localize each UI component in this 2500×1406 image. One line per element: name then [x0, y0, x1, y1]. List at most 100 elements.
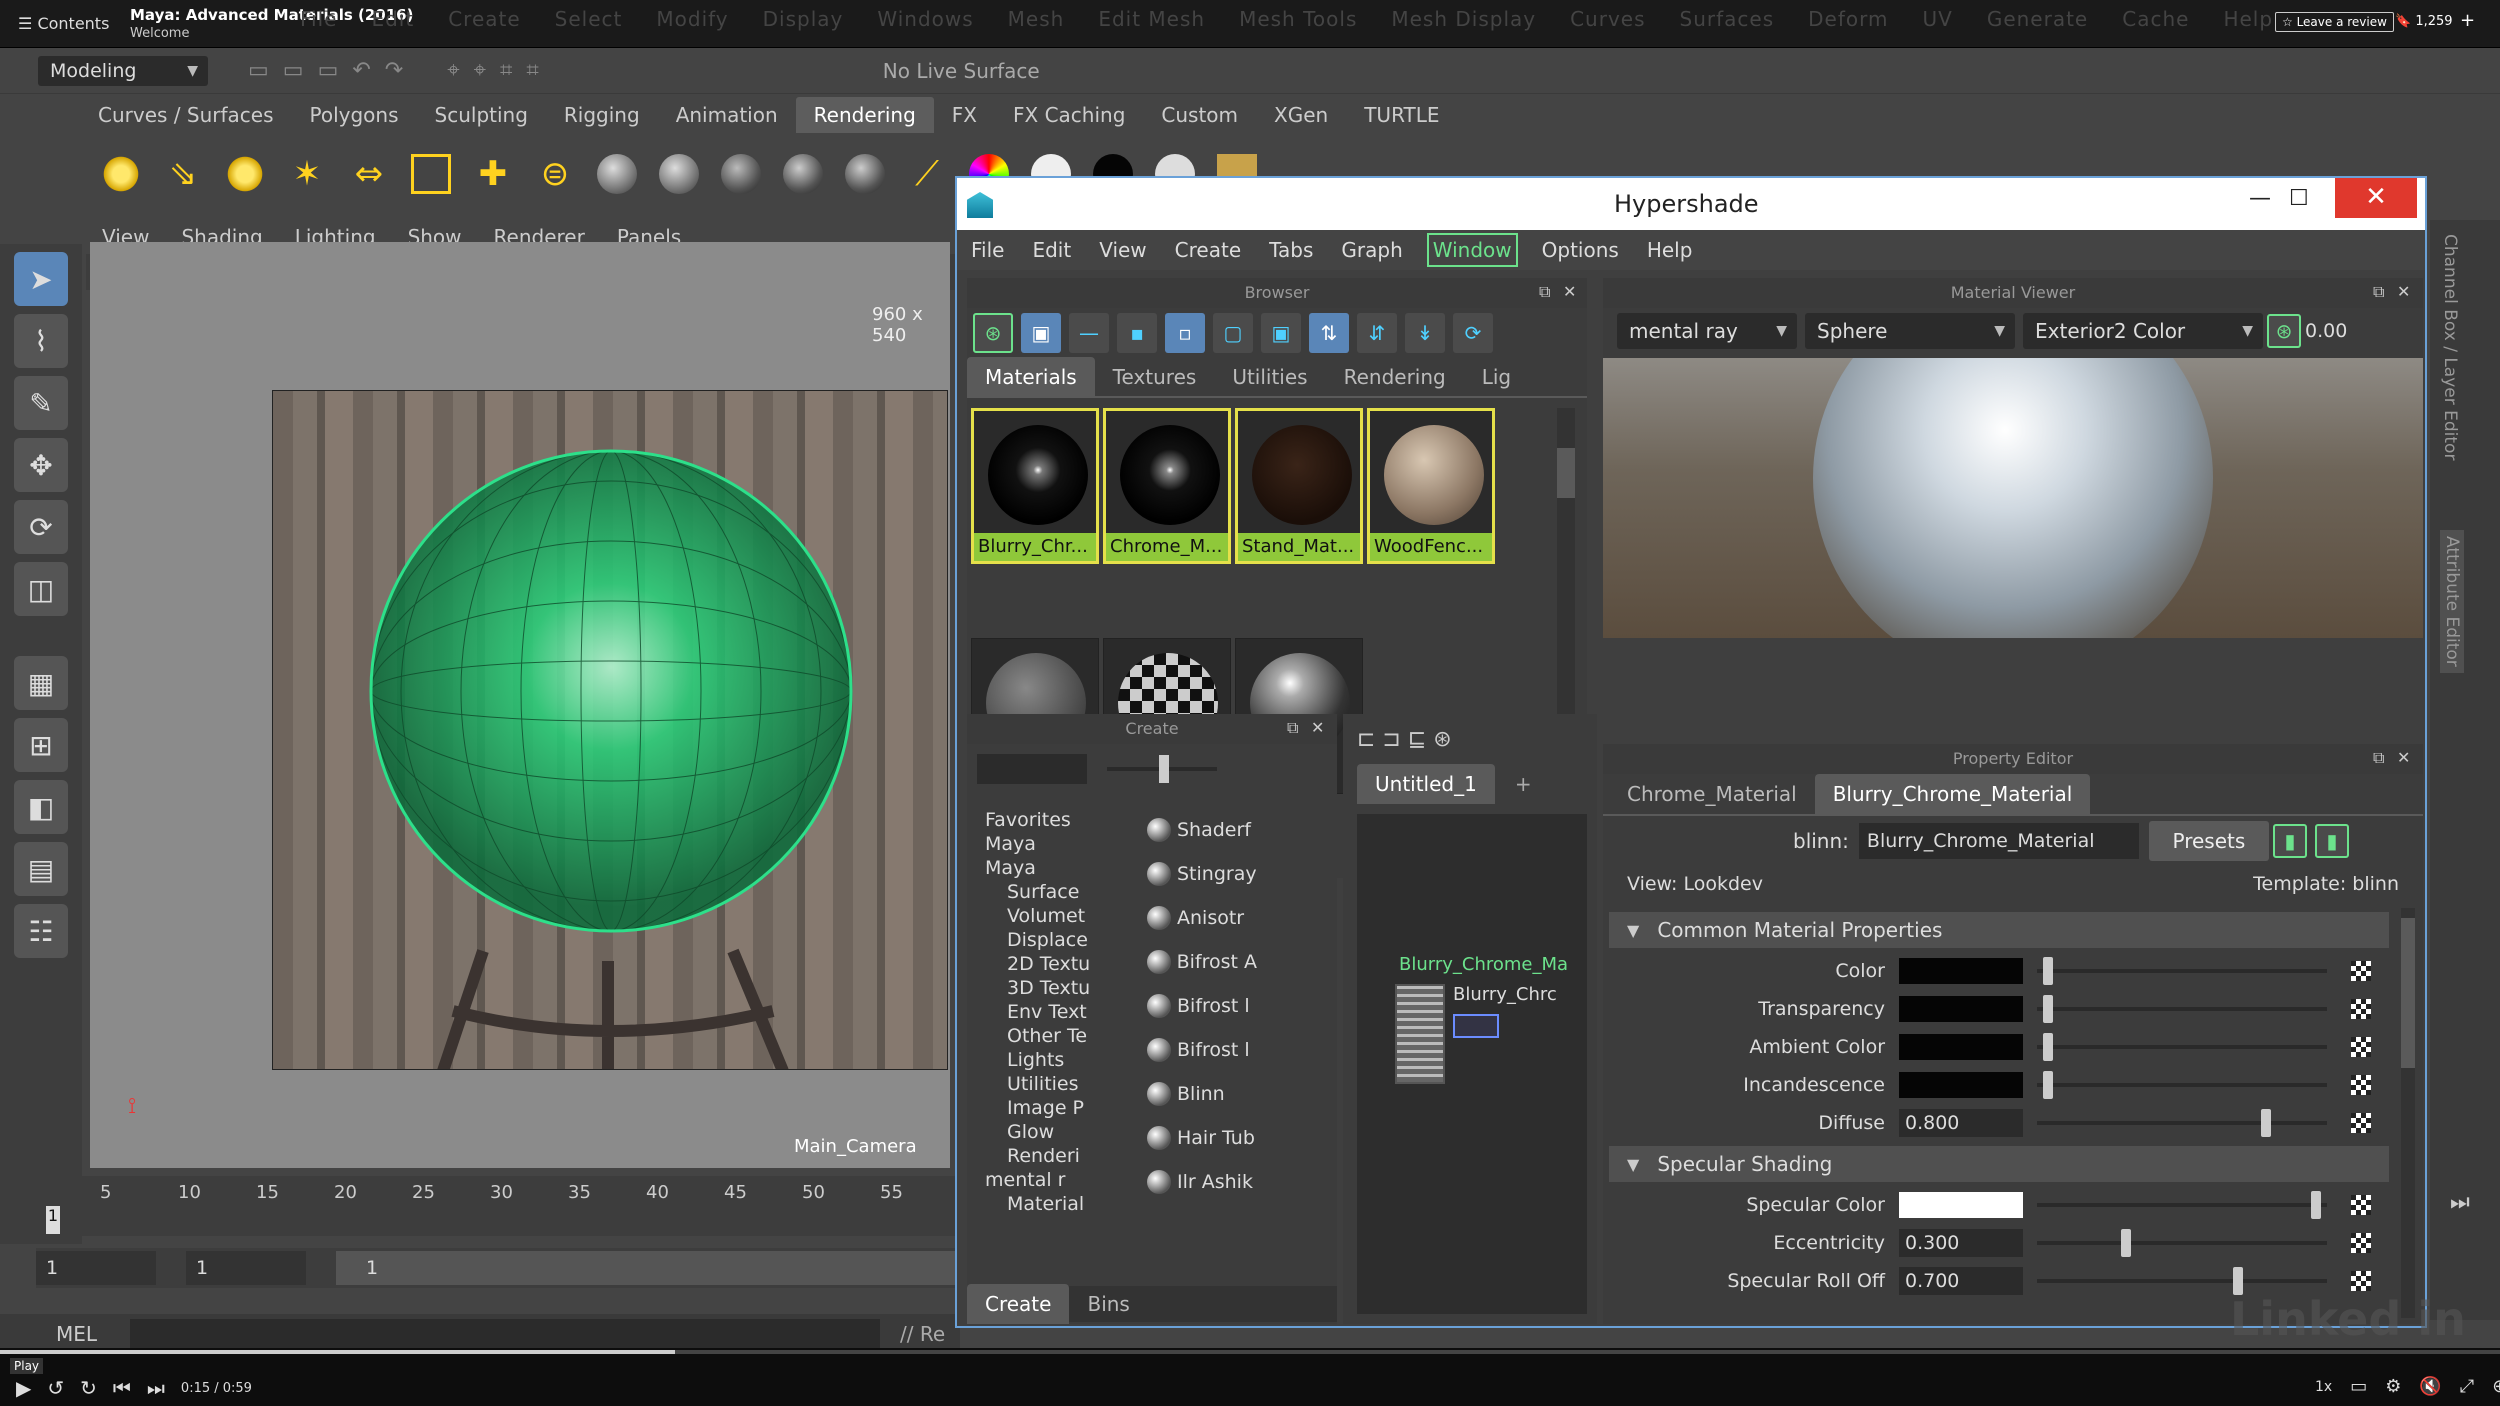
shelf-tab-rendering[interactable]: Rendering [795, 97, 934, 133]
leave-review-button[interactable]: ☆ Leave a review [2275, 12, 2394, 32]
create-node-item[interactable]: Ilr Ashik [1147, 1160, 1257, 1204]
renderer-select[interactable]: mental ray [1617, 313, 1797, 349]
large-swatch-icon[interactable]: ▢ [1213, 313, 1253, 353]
live-surface-label[interactable]: No Live Surface [883, 59, 1040, 83]
small-swatch-icon[interactable]: ▪ [1117, 313, 1157, 353]
map-button-icon[interactable] [2351, 1075, 2371, 1095]
sort-name-icon[interactable]: ⇅ [1309, 313, 1349, 353]
show-output-icon[interactable]: ▮ [2314, 824, 2349, 858]
create-tree-item[interactable]: Utilities [985, 1072, 1115, 1096]
property-float-icon[interactable]: ⧉ [2373, 748, 2384, 768]
attr-slider-handle[interactable] [2042, 957, 2053, 985]
show-input-icon[interactable]: ▮ [2272, 824, 2307, 858]
volume-icon[interactable]: 🔇 [2419, 1376, 2441, 1397]
create-tree-item[interactable]: Lights [985, 1048, 1115, 1072]
browser-tab-utilities[interactable]: Utilities [1214, 357, 1325, 397]
sort-type-icon[interactable]: ⇵ [1357, 313, 1397, 353]
environment-select[interactable]: Exterior2 Color [2023, 313, 2263, 349]
map-button-icon[interactable] [2351, 1233, 2371, 1253]
main-menu-cache[interactable]: Cache [2122, 7, 2189, 31]
add-graph-tab[interactable]: + [1515, 772, 1532, 796]
attr-slider-handle[interactable] [2261, 1109, 2271, 1137]
main-menu-windows[interactable]: Windows [877, 7, 973, 31]
property-tab-chrome-material[interactable]: Chrome_Material [1609, 774, 1815, 814]
attr-color-swatch[interactable] [1899, 1192, 2023, 1218]
create-tree-item[interactable]: Renderi [985, 1144, 1115, 1168]
exposure-icon[interactable]: ⊛ [2267, 314, 2301, 348]
browser-tab-textures[interactable]: Textures [1095, 357, 1215, 397]
layout-four-icon[interactable]: ⊞ [14, 718, 68, 772]
shelf-tab-curves-surfaces[interactable]: Curves / Surfaces [80, 97, 292, 133]
shelf-tab-fx[interactable]: FX [934, 97, 995, 133]
browser-tab-materials[interactable]: Materials [967, 357, 1095, 397]
layout-custom-icon[interactable]: ▤ [14, 842, 68, 896]
attr-slider[interactable] [2037, 1191, 2327, 1219]
graph-canvas[interactable]: Blurry_Chrome_Ma Blurry_Chrc [1357, 814, 1587, 1314]
main-menu-help[interactable]: Help [2223, 7, 2273, 31]
shelf-tab-rigging[interactable]: Rigging [546, 97, 658, 133]
material-swatch[interactable]: WoodFenc... [1367, 408, 1495, 564]
attr-slider-handle[interactable] [2042, 1033, 2053, 1061]
previous-icon[interactable]: ⏮ [113, 1376, 131, 1400]
hs-menu-view[interactable]: View [1085, 230, 1160, 270]
command-input[interactable] [130, 1319, 880, 1349]
create-node-item[interactable]: Bifrost A [1147, 940, 1257, 984]
hs-menu-graph[interactable]: Graph [1327, 230, 1416, 270]
play-icon[interactable]: ▶ [16, 1376, 31, 1400]
browser-tab-rendering[interactable]: Rendering [1326, 357, 1464, 397]
graph-toolbar[interactable]: ⊏ ⊐ ⊑ ⊛ [1343, 714, 1597, 764]
attr-slider-handle[interactable] [2042, 1071, 2053, 1099]
layout-single-icon[interactable]: ▦ [14, 656, 68, 710]
attr-slider[interactable] [2037, 995, 2327, 1023]
icon-view-icon[interactable]: ▣ [1021, 313, 1061, 353]
main-menu-modify[interactable]: Modify [656, 7, 728, 31]
create-tab-bins[interactable]: Bins [1069, 1284, 1147, 1324]
property-tab-blurry-chrome-material[interactable]: Blurry_Chrome_Material [1814, 774, 2091, 814]
maximize-icon[interactable]: ☐ [2289, 186, 2309, 211]
main-menu-create[interactable]: Create [448, 7, 520, 31]
create-node-item[interactable]: Blinn [1147, 1072, 1257, 1116]
shelf-tab-fx-caching[interactable]: FX Caching [995, 97, 1143, 133]
shelf-tab-xgen[interactable]: XGen [1256, 97, 1346, 133]
main-menu-mesh-display[interactable]: Mesh Display [1391, 7, 1536, 31]
viewer-float-icon[interactable]: ⧉ [2373, 282, 2384, 302]
exposure-value[interactable]: 0.00 [2305, 320, 2365, 342]
main-menu-mesh[interactable]: Mesh [1008, 7, 1065, 31]
list-view-icon[interactable]: — [1069, 313, 1109, 353]
material-swatch[interactable]: Blurry_Chr... [971, 408, 1099, 564]
mel-label[interactable]: MEL [0, 1322, 97, 1346]
channel-box-tab[interactable]: Channel Box / Layer Editor [2440, 234, 2460, 460]
hypershade-titlebar[interactable]: Hypershade — ☐ ✕ [957, 178, 2425, 230]
directional-light-icon[interactable]: ⇘ [163, 154, 203, 194]
attr-slider[interactable] [2037, 1267, 2327, 1295]
medium-swatch-icon[interactable]: ▫ [1165, 313, 1205, 353]
create-tree-item[interactable]: Glow [985, 1120, 1115, 1144]
lasso-tool-icon[interactable]: ⌇ [14, 314, 68, 368]
main-menu-file[interactable]: File [300, 7, 337, 31]
create-node-item[interactable]: Bifrost l [1147, 984, 1257, 1028]
main-menu-generate[interactable]: Generate [1987, 7, 2088, 31]
rotate-tool-icon[interactable]: ⟳ [14, 500, 68, 554]
add-icon[interactable]: ⊕ [2492, 1376, 2500, 1397]
material-swatch[interactable]: Stand_Mat... [1235, 408, 1363, 564]
close-icon[interactable]: ✕ [2335, 178, 2417, 218]
create-tree-item[interactable]: Volumet [985, 904, 1115, 928]
create-tree-item[interactable]: Displace [985, 928, 1115, 952]
create-tree-item[interactable]: mental r [985, 1168, 1115, 1192]
volume-light-icon[interactable]: ⇔ [349, 154, 389, 194]
attr-slider[interactable] [2037, 1109, 2327, 1137]
phong-shader-icon[interactable] [721, 154, 761, 194]
attr-slider-handle[interactable] [2311, 1191, 2322, 1219]
refresh-icon[interactable]: ⟳ [1453, 313, 1493, 353]
time-slider[interactable]: 5 10 15 20 25 30 35 40 45 50 55 1 [0, 1176, 955, 1236]
scale-tool-icon[interactable]: ◫ [14, 562, 68, 616]
next-icon[interactable]: ⏭ [147, 1376, 165, 1400]
shelf-tab-sculpting[interactable]: Sculpting [417, 97, 546, 133]
map-button-icon[interactable] [2351, 961, 2371, 981]
progress-track[interactable] [0, 1350, 2500, 1354]
phonge-shader-icon[interactable] [783, 154, 823, 194]
area-light-icon[interactable]: ✶ [287, 154, 327, 194]
create-tree-item[interactable]: 3D Textu [985, 976, 1115, 1000]
attr-slider-handle[interactable] [2042, 995, 2053, 1023]
xl-swatch-icon[interactable]: ▣ [1261, 313, 1301, 353]
